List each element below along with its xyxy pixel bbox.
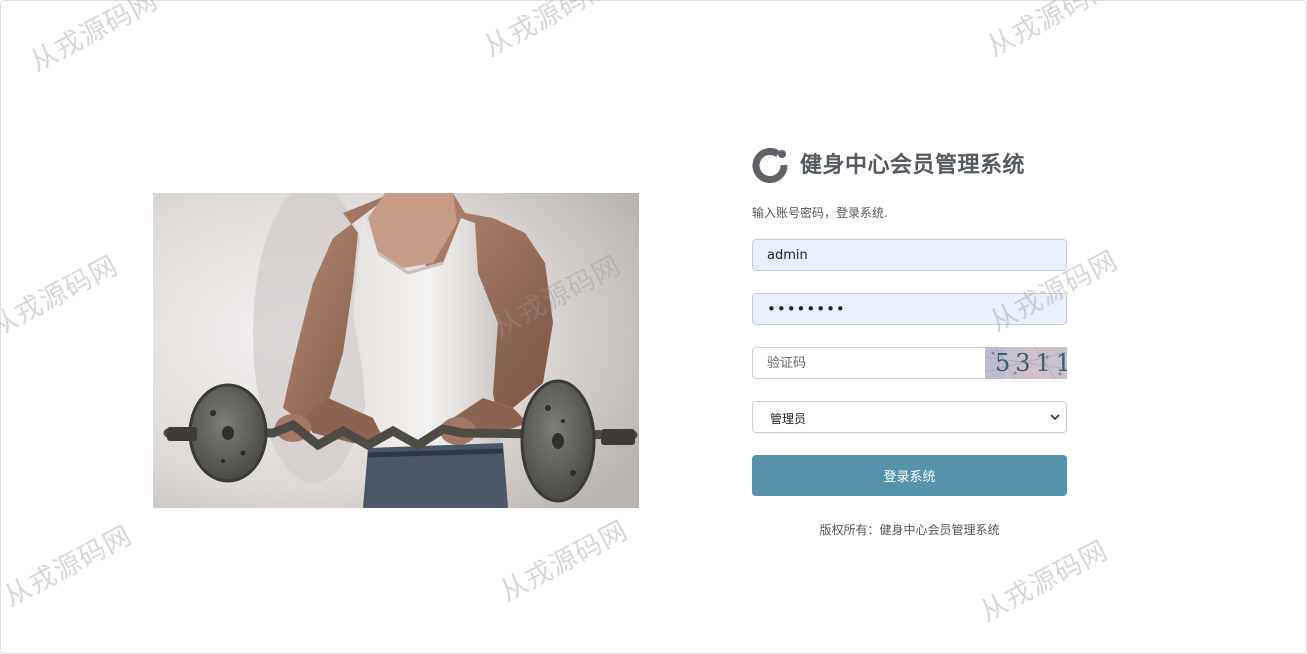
login-subtitle: 输入账号密码，登录系统. xyxy=(752,206,888,220)
login-button[interactable]: 登录系统 xyxy=(752,455,1067,496)
captcha-input[interactable] xyxy=(752,347,986,379)
role-select-value: 管理员 xyxy=(770,412,807,426)
chevron-down-icon xyxy=(1050,414,1060,421)
ring-logo-icon xyxy=(752,147,789,184)
app-title: 健身中心会员管理系统 xyxy=(800,153,1026,178)
password-input[interactable] xyxy=(752,293,1067,325)
fitness-photo-illustration xyxy=(153,193,639,508)
captcha-image[interactable]: 5311 xyxy=(985,347,1067,379)
username-input[interactable] xyxy=(752,239,1067,271)
captcha-code: 5311 xyxy=(995,349,1067,377)
copyright-text: 版权所有：健身中心会员管理系统 xyxy=(819,523,1000,537)
role-select[interactable]: 管理员 xyxy=(752,401,1067,433)
fitness-photo xyxy=(153,193,639,508)
